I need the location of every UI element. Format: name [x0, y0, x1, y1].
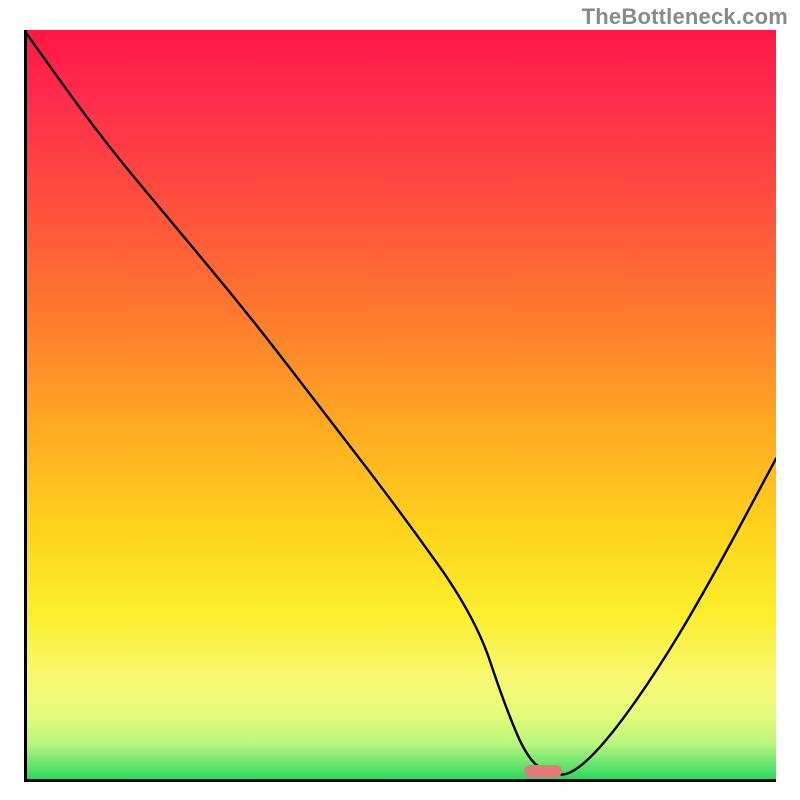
optimal-marker	[524, 765, 562, 777]
curve-layer	[24, 30, 776, 782]
plot-area	[24, 30, 776, 782]
bottleneck-curve	[24, 30, 776, 775]
watermark-text: TheBottleneck.com	[582, 4, 788, 30]
